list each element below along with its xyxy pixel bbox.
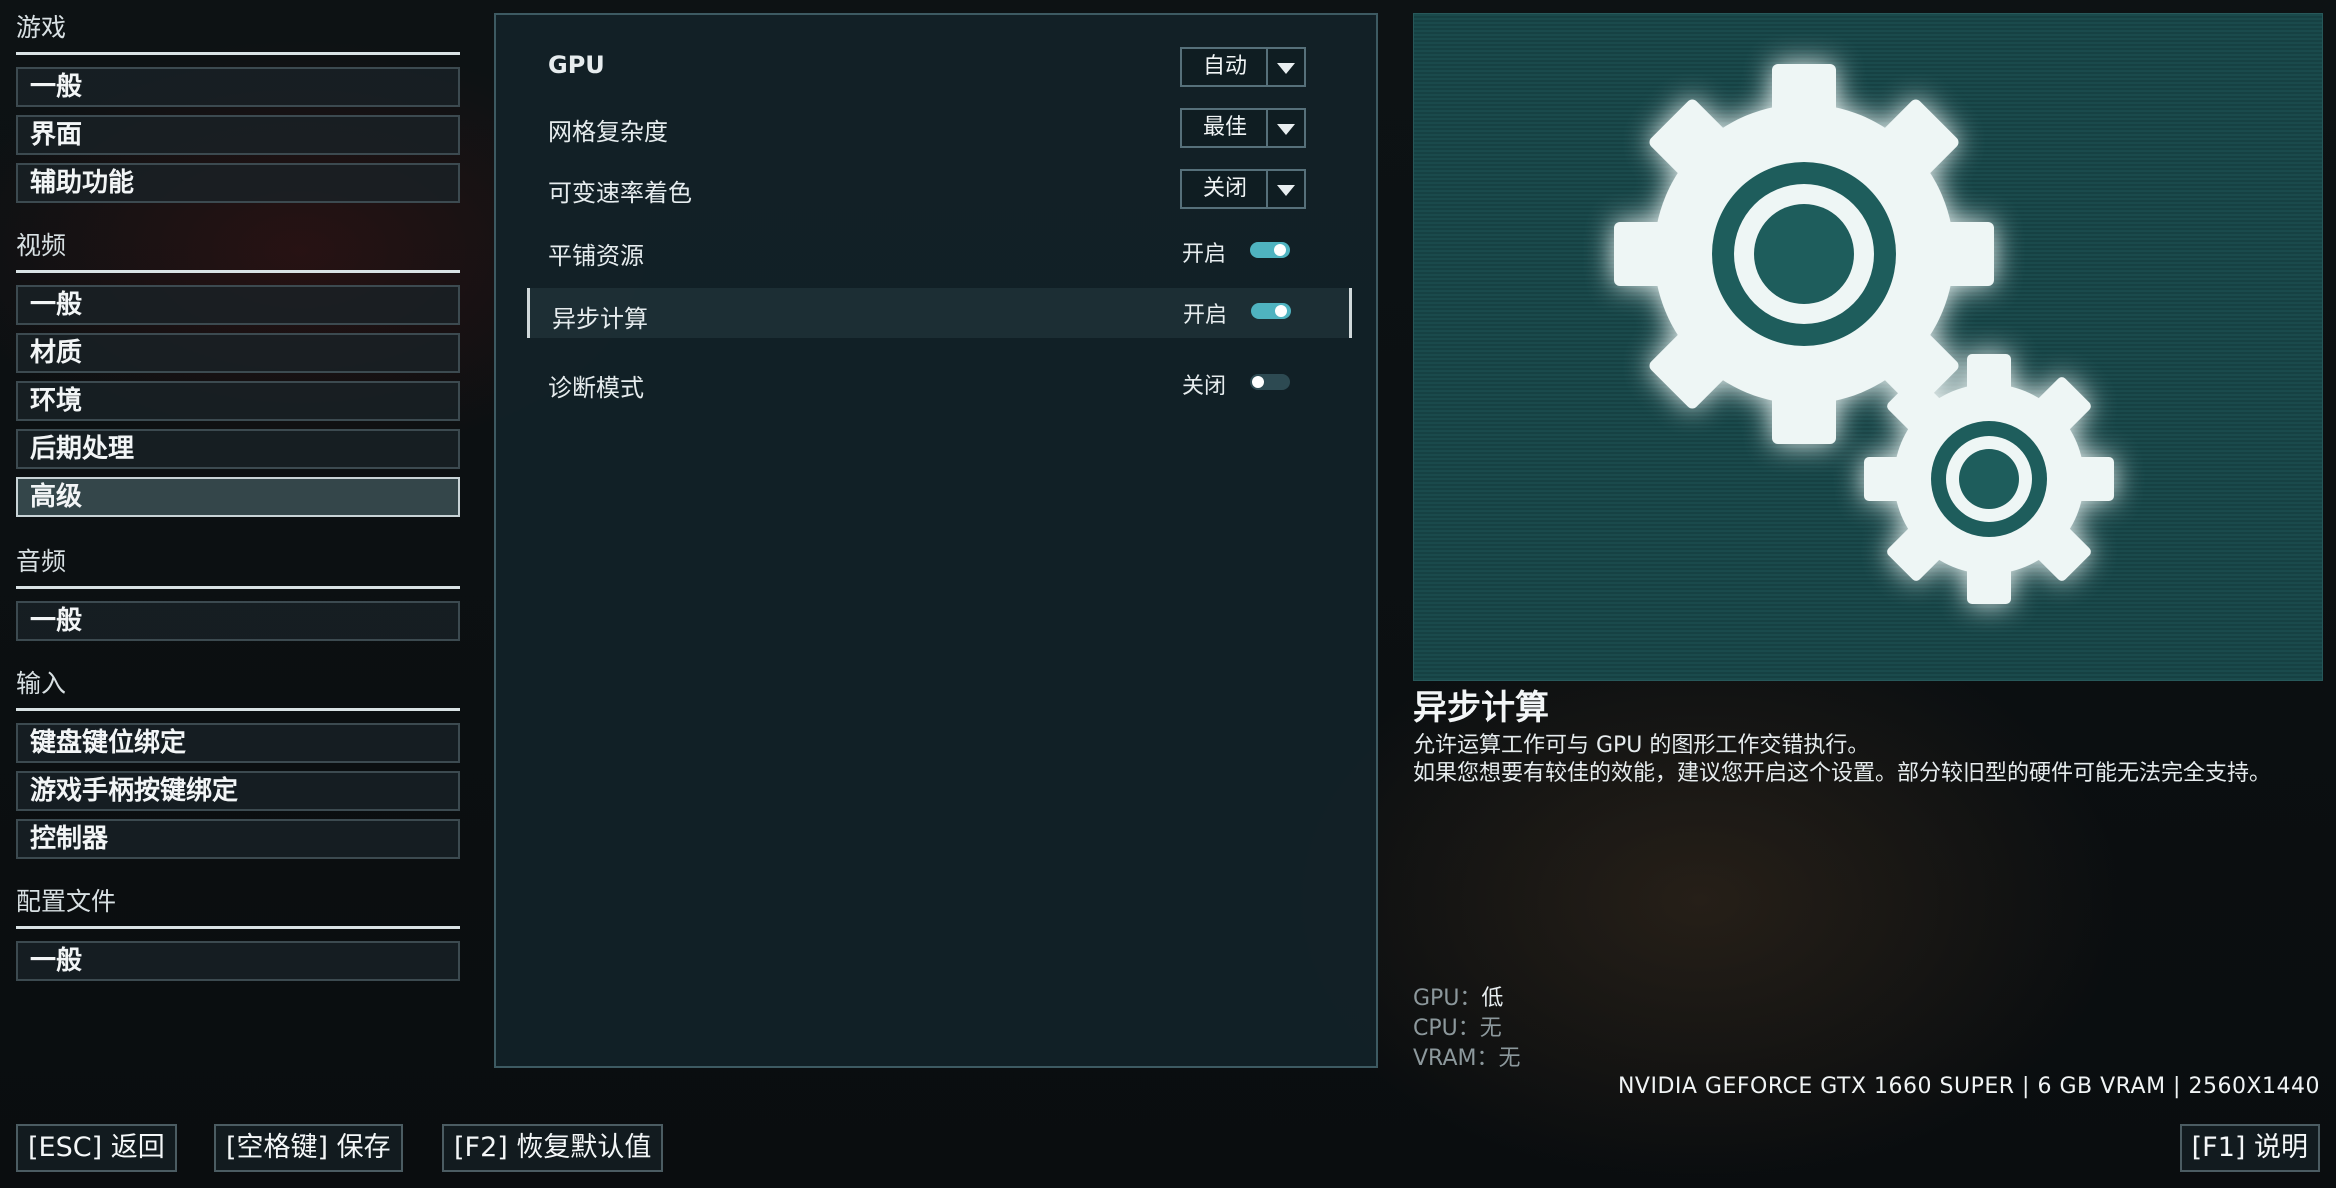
settings-panel: GPU 自动 网格复杂度 最佳 可变速率着色 关闭 平铺资源 开启 异步计算 开… bbox=[494, 13, 1378, 1068]
restore-defaults-button[interactable]: [F2] 恢复默认值 bbox=[442, 1124, 664, 1172]
gears-icon bbox=[1614, 64, 2114, 604]
description-line: 如果您想要有较佳的效能，建议您开启这个设置。部分较旧型的硬件可能无法完全支持。 bbox=[1413, 761, 2272, 786]
impact-value: 无 bbox=[1479, 1016, 1502, 1041]
toggle-knob bbox=[1252, 376, 1264, 388]
mesh-complexity-dropdown[interactable]: 最佳 bbox=[1180, 108, 1306, 148]
nav-section-title: 配置文件 bbox=[16, 887, 117, 916]
nav-section-input: 输入 键盘键位绑定 游戏手柄按键绑定 控制器 bbox=[16, 664, 460, 867]
setting-description: 允许运算工作可与 GPU 的图形工作交错执行。 如果您想要有较佳的效能，建议您开… bbox=[1413, 732, 2323, 788]
diagnostic-mode-toggle[interactable] bbox=[1250, 374, 1290, 390]
nav-section-title: 音频 bbox=[16, 547, 67, 576]
async-compute-toggle[interactable] bbox=[1251, 303, 1291, 319]
gpu-dropdown[interactable]: 自动 bbox=[1180, 47, 1306, 87]
nav-section-profile: 配置文件 一般 bbox=[16, 882, 460, 989]
nav-item-video-general[interactable]: 一般 bbox=[16, 285, 460, 325]
setting-label: 网格复杂度 bbox=[548, 118, 668, 146]
nav-item-post-processing[interactable]: 后期处理 bbox=[16, 429, 460, 469]
nav-item-interface[interactable]: 界面 bbox=[16, 115, 460, 155]
dropdown-value: 最佳 bbox=[1202, 115, 1247, 140]
description-line: 允许运算工作可与 GPU 的图形工作交错执行。 bbox=[1413, 733, 1870, 758]
impact-cpu: CPU：无 bbox=[1413, 1010, 1502, 1042]
nav-item-textures[interactable]: 材质 bbox=[16, 333, 460, 373]
impact-key: VRAM： bbox=[1413, 1046, 1499, 1071]
nav-item-game-general[interactable]: 一般 bbox=[16, 67, 460, 107]
toggle-knob bbox=[1274, 244, 1286, 256]
setting-row-variable-rate-shading[interactable]: 可变速率着色 关闭 bbox=[526, 159, 1346, 215]
toggle-knob bbox=[1275, 305, 1287, 317]
toggle-state-label: 关闭 bbox=[1182, 374, 1227, 399]
nav-section-game: 游戏 一般 界面 辅助功能 bbox=[16, 8, 460, 211]
setting-label: 异步计算 bbox=[552, 305, 648, 333]
tiled-resources-toggle[interactable] bbox=[1250, 242, 1290, 258]
impact-vram: VRAM：无 bbox=[1413, 1040, 1521, 1072]
impact-gpu: GPU：低 bbox=[1413, 980, 1503, 1012]
divider bbox=[16, 586, 460, 589]
nav-item-audio-general[interactable]: 一般 bbox=[16, 601, 460, 641]
divider bbox=[16, 270, 460, 273]
nav-section-audio: 音频 一般 bbox=[16, 542, 460, 649]
divider bbox=[16, 52, 460, 55]
nav-item-environment[interactable]: 环境 bbox=[16, 381, 460, 421]
chevron-down-icon[interactable] bbox=[1266, 171, 1304, 207]
impact-key: GPU： bbox=[1413, 986, 1482, 1011]
nav-section-title: 游戏 bbox=[16, 13, 67, 42]
nav-item-controller[interactable]: 控制器 bbox=[16, 819, 460, 859]
vrs-dropdown[interactable]: 关闭 bbox=[1180, 169, 1306, 209]
divider bbox=[16, 926, 460, 929]
save-button[interactable]: [空格键] 保存 bbox=[214, 1124, 403, 1172]
nav-section-title: 视频 bbox=[16, 231, 67, 260]
nav-item-accessibility[interactable]: 辅助功能 bbox=[16, 163, 460, 203]
nav-item-profile-general[interactable]: 一般 bbox=[16, 941, 460, 981]
setting-row-gpu[interactable]: GPU 自动 bbox=[526, 37, 1346, 93]
divider bbox=[16, 708, 460, 711]
dropdown-value: 自动 bbox=[1202, 54, 1247, 79]
chevron-down-icon[interactable] bbox=[1266, 49, 1304, 85]
chevron-down-icon[interactable] bbox=[1266, 110, 1304, 146]
setting-description-title: 异步计算 bbox=[1413, 688, 1549, 728]
help-button[interactable]: [F1] 说明 bbox=[2179, 1124, 2320, 1172]
nav-section-video: 视频 一般 材质 环境 后期处理 高级 bbox=[16, 226, 460, 525]
impact-value: 低 bbox=[1481, 986, 1504, 1011]
nav-item-advanced[interactable]: 高级 bbox=[16, 477, 460, 517]
nav-item-keyboard-bindings[interactable]: 键盘键位绑定 bbox=[16, 723, 460, 763]
impact-key: CPU： bbox=[1413, 1016, 1480, 1041]
hardware-info: NVIDIA GEFORCE GTX 1660 SUPER | 6 GB VRA… bbox=[1617, 1074, 2320, 1099]
setting-label: GPU bbox=[548, 51, 605, 79]
back-button[interactable]: [ESC] 返回 bbox=[16, 1124, 177, 1172]
setting-row-tiled-resources[interactable]: 平铺资源 开启 bbox=[526, 222, 1346, 278]
setting-preview-image bbox=[1413, 13, 2323, 681]
toggle-state-label: 开启 bbox=[1182, 242, 1227, 267]
setting-label: 可变速率着色 bbox=[548, 179, 692, 207]
setting-label: 平铺资源 bbox=[548, 242, 644, 270]
impact-value: 无 bbox=[1498, 1046, 1521, 1071]
toggle-state-label: 开启 bbox=[1183, 303, 1228, 328]
dropdown-value: 关闭 bbox=[1202, 176, 1247, 201]
setting-row-diagnostic-mode[interactable]: 诊断模式 关闭 bbox=[526, 354, 1346, 410]
nav-item-gamepad-bindings[interactable]: 游戏手柄按键绑定 bbox=[16, 771, 460, 811]
nav-section-title: 输入 bbox=[16, 669, 67, 698]
setting-row-mesh-complexity[interactable]: 网格复杂度 最佳 bbox=[526, 98, 1346, 154]
setting-label: 诊断模式 bbox=[548, 374, 644, 402]
setting-row-async-compute[interactable]: 异步计算 开启 bbox=[527, 288, 1352, 338]
